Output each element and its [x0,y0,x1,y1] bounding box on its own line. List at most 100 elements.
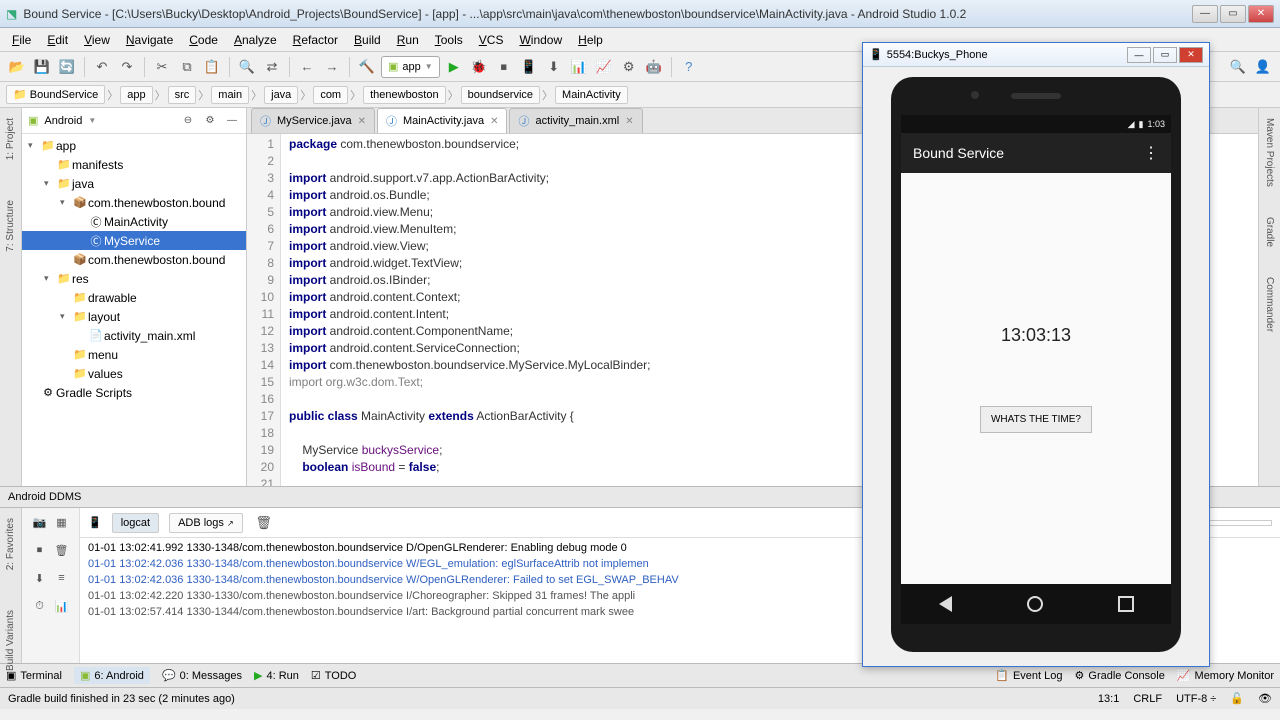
forward-icon[interactable]: → [321,56,343,78]
logcat-tab[interactable]: logcat [112,513,159,533]
android-small-icon[interactable]: 🤖 [643,56,665,78]
close-button[interactable]: ✕ [1248,5,1274,23]
user-icon[interactable]: 👤 [1252,56,1274,78]
close-tab-icon[interactable]: ✕ [490,116,498,127]
menu-vcs[interactable]: VCS [471,30,512,50]
tool-tab[interactable]: Gradle [1264,217,1275,247]
inspector-icon[interactable]: 👁 [1258,692,1272,705]
minimize-button[interactable]: — [1192,5,1218,23]
hide-icon[interactable]: — [224,113,240,129]
sync-icon[interactable]: 🔄 [56,56,78,78]
menu-refactor[interactable]: Refactor [285,30,346,50]
close-tab-icon[interactable]: ✕ [625,116,633,127]
back-icon[interactable]: ← [296,56,318,78]
cut-icon[interactable]: ✂ [151,56,173,78]
tree-node[interactable]: ⚙Gradle Scripts [22,383,246,402]
menu-navigate[interactable]: Navigate [118,30,181,50]
tree-node[interactable]: 📄activity_main.xml [22,326,246,345]
gear-icon[interactable]: ⚙ [202,113,218,129]
tool-tab[interactable]: 7: Structure [5,200,16,252]
project-view-label[interactable]: Android [44,115,82,127]
menu-analyze[interactable]: Analyze [226,30,285,50]
redo-icon[interactable]: ↷ [116,56,138,78]
debug-icon[interactable]: 🐞 [468,56,490,78]
editor-tab[interactable]: Ⓙactivity_main.xml✕ [509,108,642,133]
find-icon[interactable]: 🔍 [236,56,258,78]
crumb-com[interactable]: com [313,86,348,104]
tree-node[interactable]: ⒸMyService [22,231,246,250]
menu-help[interactable]: Help [570,30,611,50]
menu-window[interactable]: Window [511,30,570,50]
menu-file[interactable]: File [4,30,39,50]
menu-code[interactable]: Code [181,30,226,50]
menu-build[interactable]: Build [346,30,389,50]
crumb-mainactivity[interactable]: MainActivity [555,86,628,104]
run-tab[interactable]: ▶ 4: Run [254,669,299,682]
crumb-java[interactable]: java [264,86,298,104]
menu-run[interactable]: Run [389,30,427,50]
editor-tab[interactable]: ⒿMainActivity.java✕ [377,108,508,133]
crumb-app[interactable]: app [120,86,152,104]
menu-view[interactable]: View [76,30,118,50]
line-ending[interactable]: CRLF [1133,693,1162,705]
encoding[interactable]: UTF-8 ÷ [1176,693,1216,705]
alloc-icon[interactable]: 📊 [53,597,71,615]
tree-node[interactable]: 📁menu [22,345,246,364]
paste-icon[interactable]: 📋 [201,56,223,78]
copy-icon[interactable]: ⧉ [176,56,198,78]
ddms-icon[interactable]: 📊 [568,56,590,78]
method-icon[interactable]: ⏱ [31,597,49,615]
tool-tab[interactable]: 1: Project [5,118,16,160]
layout-icon[interactable]: ▦ [53,513,71,531]
terminate-icon[interactable]: ⏹ [31,541,49,559]
emulator-window[interactable]: 📱 5554:Buckys_Phone — ▭ ✕ ◢ ▮ 1:03 Bound… [862,42,1210,667]
messages-tab[interactable]: 💬 0: Messages [162,669,242,682]
tool-tab[interactable]: Maven Projects [1264,118,1275,187]
settings-icon[interactable]: ⚙ [618,56,640,78]
gc-icon[interactable]: 🗑 [53,541,71,559]
monitor-icon[interactable]: 📈 [593,56,615,78]
tree-node[interactable]: ▾📦com.thenewboston.bound [22,193,246,212]
tree-node[interactable]: 📁manifests [22,155,246,174]
crumb-main[interactable]: main [211,86,249,104]
help-icon[interactable]: ? [678,56,700,78]
make-icon[interactable]: 🔨 [356,56,378,78]
home-nav-icon[interactable] [1027,596,1043,612]
android-tab[interactable]: ▣ 6: Android [74,667,150,684]
crumb-src[interactable]: src [168,86,197,104]
tree-node[interactable]: 📁drawable [22,288,246,307]
tree-node[interactable]: ▾📁java [22,174,246,193]
crumb-boundservice[interactable]: boundservice [461,86,540,104]
dump-icon[interactable]: ⬇ [31,569,49,587]
run-icon[interactable]: ▶ [443,56,465,78]
tree-node[interactable]: ▾📁app [22,136,246,155]
menu-tools[interactable]: Tools [427,30,471,50]
phone-screen[interactable]: ◢ ▮ 1:03 Bound Service ⋮ 13:03:13 WHATS … [901,115,1171,624]
save-icon[interactable]: 💾 [31,56,53,78]
open-icon[interactable]: 📂 [6,56,28,78]
gradle-console-tab[interactable]: ⚙ Gradle Console [1075,669,1165,682]
maximize-button[interactable]: ▭ [1220,5,1246,23]
editor-tab[interactable]: ⒿMyService.java✕ [251,108,375,133]
emu-minimize-button[interactable]: — [1127,47,1151,63]
project-tree-body[interactable]: ▾📁app📁manifests▾📁java▾📦com.thenewboston.… [22,134,246,486]
clear-log-icon[interactable]: 🗑 [253,512,275,534]
undo-icon[interactable]: ↶ [91,56,113,78]
emu-maximize-button[interactable]: ▭ [1153,47,1177,63]
tool-tab[interactable]: 2: Favorites [5,518,16,570]
tree-node[interactable]: 📁values [22,364,246,383]
replace-icon[interactable]: ⇄ [261,56,283,78]
memory-monitor-tab[interactable]: 📈 Memory Monitor [1177,669,1274,682]
tree-node[interactable]: ▾📁layout [22,307,246,326]
whats-the-time-button[interactable]: WHATS THE TIME? [980,406,1092,433]
run-config-select[interactable]: ▣ app ▼ [381,56,440,78]
crumb-thenewboston[interactable]: thenewboston [363,86,446,104]
lock-icon[interactable]: 🔓 [1230,692,1244,705]
tree-node[interactable]: ⒸMainActivity [22,212,246,231]
todo-tab[interactable]: ☑ TODO [311,669,356,682]
thread-icon[interactable]: ≡ [53,569,71,587]
stop-icon[interactable]: ⏹ [493,56,515,78]
crumb-boundservice[interactable]: 📁 BoundService [6,85,105,104]
overflow-menu-icon[interactable]: ⋮ [1143,143,1159,163]
tool-tab[interactable]: Commander [1264,277,1275,332]
